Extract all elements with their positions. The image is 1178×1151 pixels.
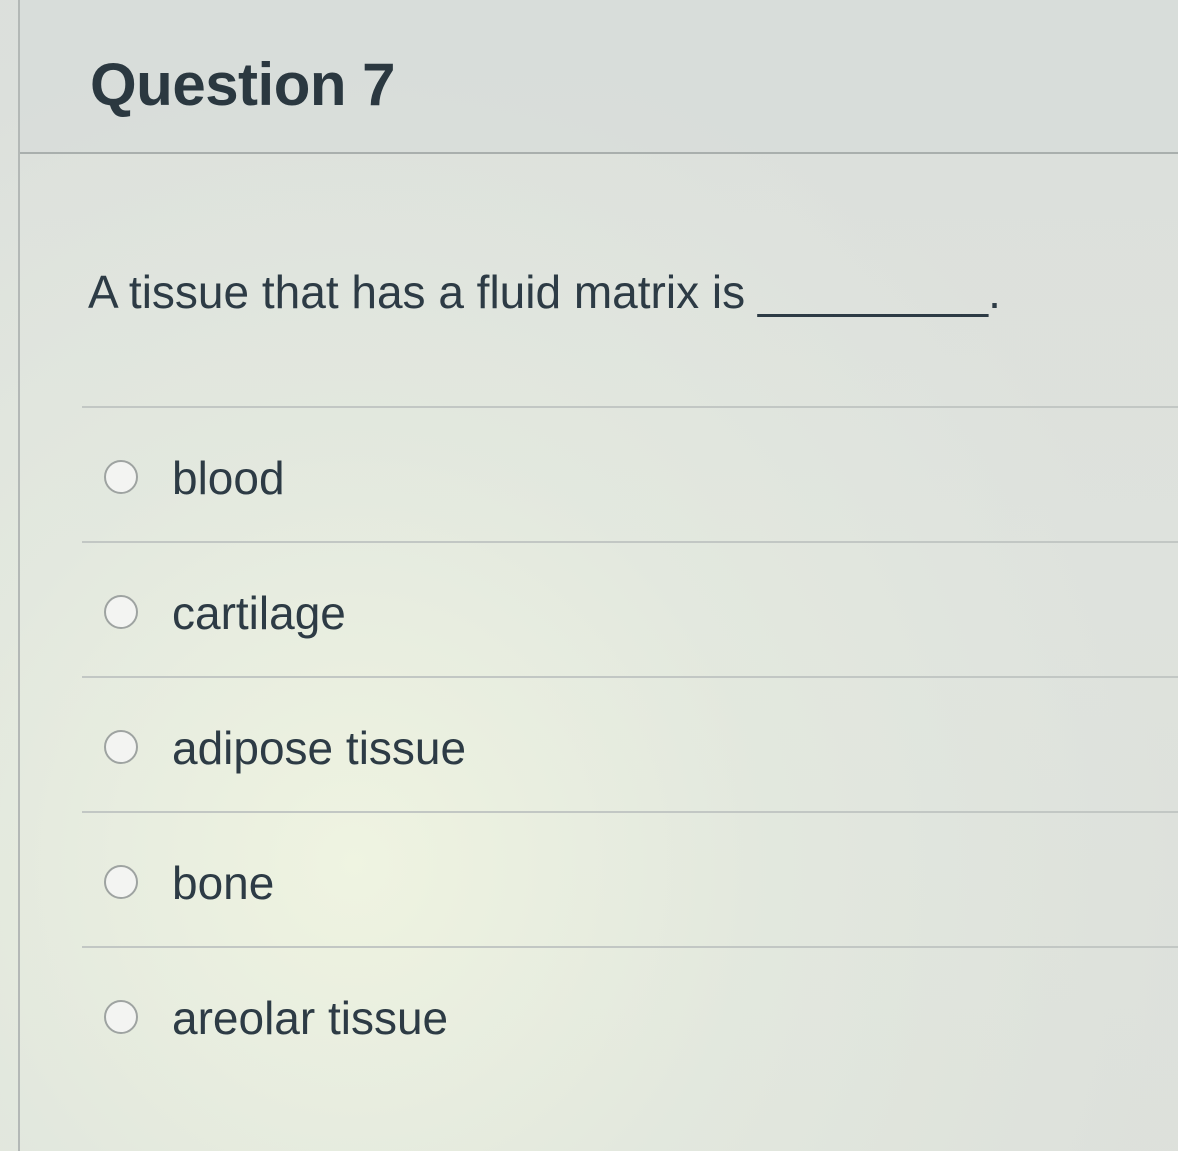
answer-option-areolar-tissue[interactable]: areolar tissue bbox=[82, 946, 1178, 1081]
answer-list: blood cartilage adipose tissue bone areo… bbox=[82, 406, 1178, 1081]
answer-label[interactable]: blood bbox=[172, 448, 285, 508]
answer-label[interactable]: adipose tissue bbox=[172, 718, 466, 778]
answer-option-bone[interactable]: bone bbox=[82, 811, 1178, 946]
answer-label[interactable]: bone bbox=[172, 853, 274, 913]
question-title: Question 7 bbox=[90, 51, 396, 118]
radio-button[interactable] bbox=[104, 865, 138, 899]
radio-button[interactable] bbox=[104, 595, 138, 629]
answer-label[interactable]: cartilage bbox=[172, 583, 346, 643]
radio-button[interactable] bbox=[104, 1000, 138, 1034]
answer-option-adipose-tissue[interactable]: adipose tissue bbox=[82, 676, 1178, 811]
answer-option-blood[interactable]: blood bbox=[82, 406, 1178, 541]
question-panel: Question 7 A tissue that has a fluid mat… bbox=[18, 0, 1178, 1151]
question-text: A tissue that has a fluid matrix is ____… bbox=[88, 266, 1001, 318]
radio-button[interactable] bbox=[104, 730, 138, 764]
screen: Question 7 A tissue that has a fluid mat… bbox=[0, 0, 1178, 1151]
question-header: Question 7 bbox=[20, 0, 1178, 154]
answer-option-cartilage[interactable]: cartilage bbox=[82, 541, 1178, 676]
radio-button[interactable] bbox=[104, 460, 138, 494]
answer-label[interactable]: areolar tissue bbox=[172, 988, 448, 1048]
